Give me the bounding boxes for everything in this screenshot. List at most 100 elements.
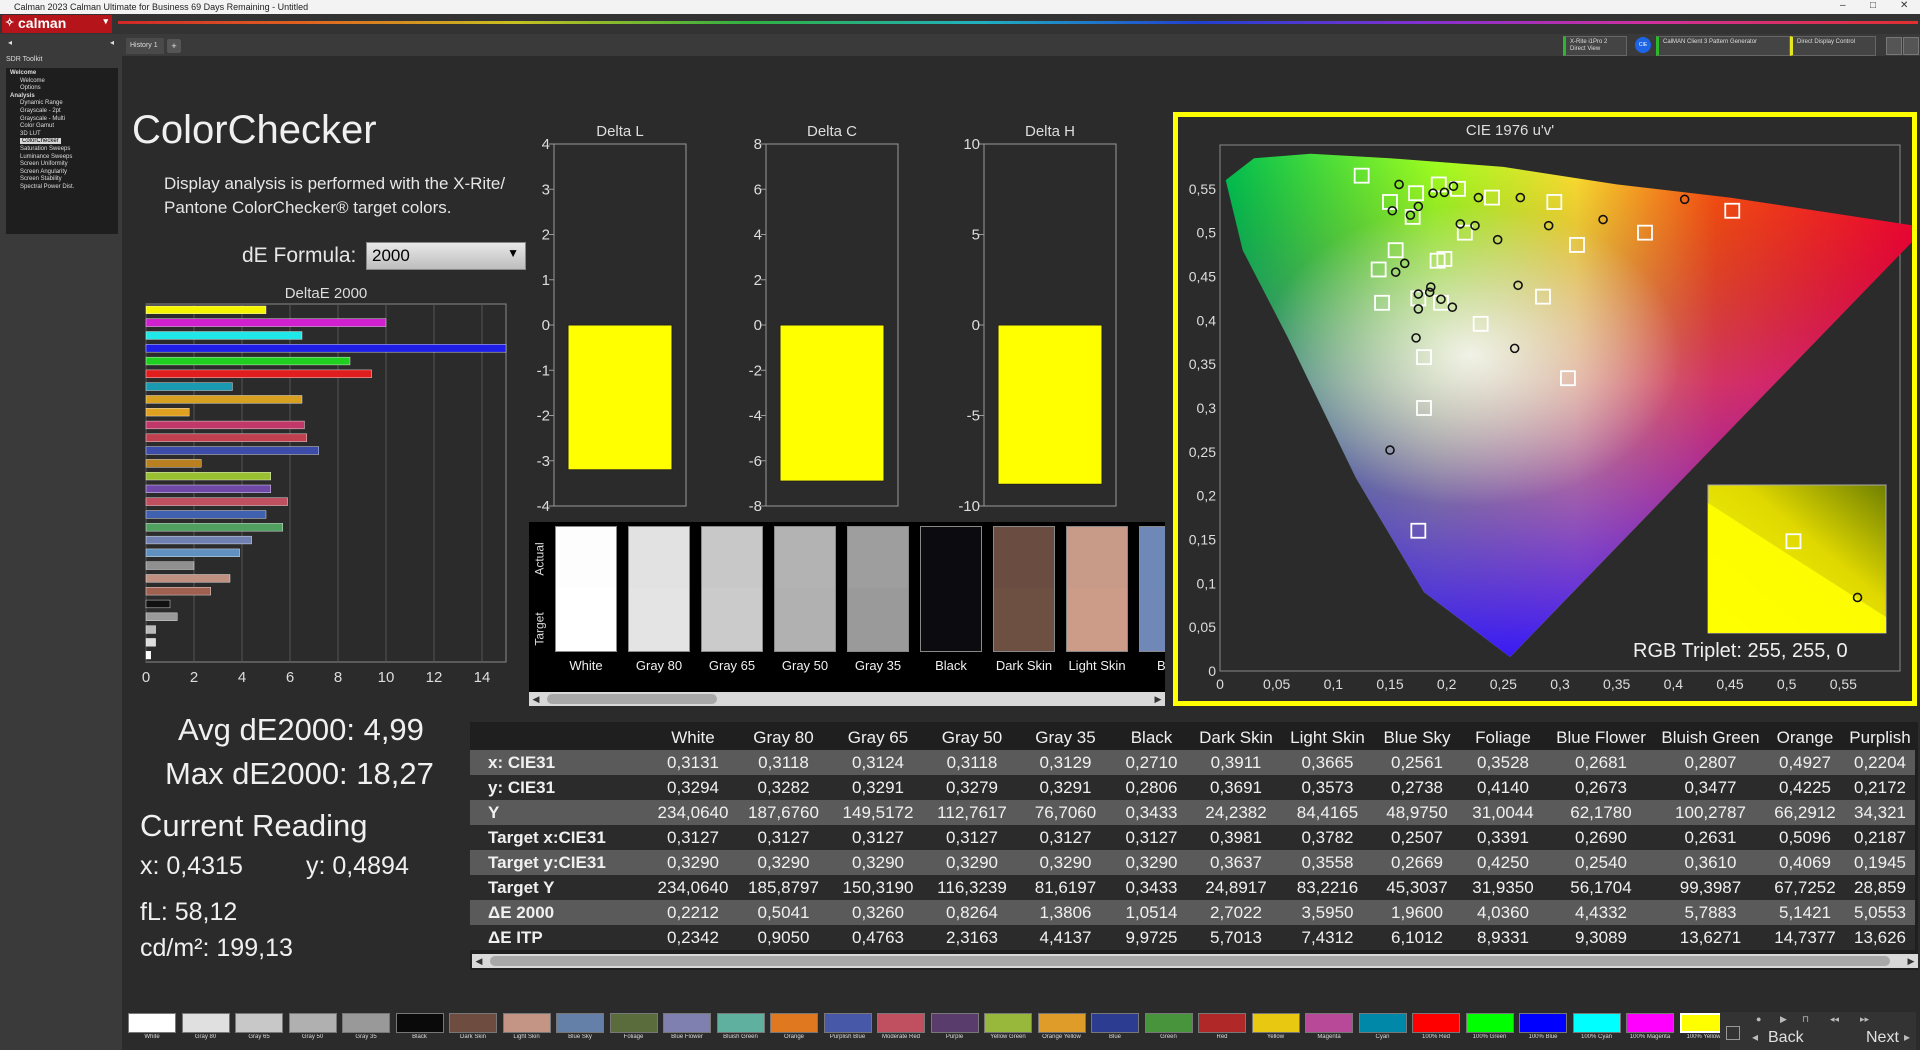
swatch[interactable]: [1626, 1013, 1674, 1033]
table-row: Target x:CIE310,31270,31270,31270,31270,…: [470, 825, 1915, 850]
settings-icon[interactable]: [1886, 37, 1902, 55]
swatch[interactable]: [1091, 1013, 1139, 1033]
help-icon[interactable]: [1903, 37, 1919, 55]
table-cell: 67,7252: [1765, 875, 1845, 900]
calman-logo-menu[interactable]: ✧ calman ▾: [2, 15, 112, 33]
swatch[interactable]: [1412, 1013, 1460, 1033]
swatch[interactable]: [663, 1013, 711, 1033]
back-button[interactable]: Back: [1768, 1029, 1804, 1047]
meter-selector[interactable]: X-Rite i1Pro 2 Direct View: [1563, 36, 1627, 56]
play-icon[interactable]: ▶: [1780, 1014, 1787, 1025]
patch-target[interactable]: [847, 588, 909, 652]
sidebar-item[interactable]: 3D LUT: [20, 131, 41, 137]
patch-target[interactable]: [920, 588, 982, 652]
sidebar-pin-icon[interactable]: ◂: [8, 38, 12, 47]
swatch[interactable]: [1466, 1013, 1514, 1033]
patch-actual[interactable]: [701, 526, 763, 590]
patch-target[interactable]: [628, 588, 690, 652]
sidebar-item[interactable]: Welcome: [10, 70, 36, 76]
sidebar-item[interactable]: Welcome: [20, 78, 45, 84]
swatch[interactable]: [770, 1013, 818, 1033]
swatch[interactable]: [984, 1013, 1032, 1033]
patch-actual[interactable]: [847, 526, 909, 590]
scroll-thumb[interactable]: [547, 694, 717, 704]
swatch[interactable]: [717, 1013, 765, 1033]
y-tick-label: 0,15: [1189, 532, 1216, 548]
patch-scrollbar[interactable]: ◀ ▶: [529, 692, 1165, 706]
table-header: WhiteGray 80Gray 65Gray 50Gray 35BlackDa…: [470, 726, 1915, 750]
swatch[interactable]: [396, 1013, 444, 1033]
swatch[interactable]: [610, 1013, 658, 1033]
sidebar-item[interactable]: Options: [20, 85, 41, 91]
scroll-thumb[interactable]: [490, 956, 1890, 966]
patch-actual[interactable]: [1139, 526, 1165, 590]
display-control-selector[interactable]: Direct Display Control: [1790, 36, 1876, 56]
sidebar-item[interactable]: Screen Stability: [20, 176, 62, 182]
rewind-icon[interactable]: ◂◂: [1830, 1014, 1839, 1025]
scroll-right-icon[interactable]: ▶: [1904, 954, 1918, 968]
patch-actual[interactable]: [555, 526, 617, 590]
swatch[interactable]: [1252, 1013, 1300, 1033]
sidebar-item[interactable]: Screen Angularity: [20, 169, 67, 175]
record-icon[interactable]: ●: [1756, 1014, 1761, 1024]
swatch[interactable]: [182, 1013, 230, 1033]
table-column-header: Blue Flower: [1546, 726, 1656, 750]
add-tab-button[interactable]: +: [167, 39, 181, 53]
sidebar-item[interactable]: Analysis: [10, 93, 35, 99]
scroll-left-icon[interactable]: ◀: [472, 954, 486, 968]
swatch[interactable]: [1145, 1013, 1193, 1033]
patch-actual[interactable]: [628, 526, 690, 590]
close-button[interactable]: ✕: [1900, 0, 1908, 11]
patch-actual[interactable]: [993, 526, 1055, 590]
patch-target[interactable]: [1066, 588, 1128, 652]
swatch[interactable]: [289, 1013, 337, 1033]
patch-target[interactable]: [555, 588, 617, 652]
stop-icon[interactable]: [1726, 1026, 1740, 1040]
maximize-button[interactable]: □: [1870, 0, 1876, 11]
patch-target[interactable]: [993, 588, 1055, 652]
pattern-generator-selector[interactable]: CalMAN Client 3 Pattern Generator: [1656, 36, 1790, 56]
table-scrollbar[interactable]: ◀ ▶: [472, 954, 1918, 968]
next-button[interactable]: Next: [1866, 1029, 1899, 1047]
lock-icon[interactable]: ⊓: [1802, 1014, 1809, 1025]
swatch[interactable]: [1359, 1013, 1407, 1033]
tab-history[interactable]: History 1: [126, 38, 164, 54]
patch-actual[interactable]: [1066, 526, 1128, 590]
swatch[interactable]: [877, 1013, 925, 1033]
sidebar-item[interactable]: Grayscale - Multi: [20, 116, 65, 122]
scroll-left-icon[interactable]: ◀: [529, 692, 543, 706]
patch-target[interactable]: [701, 588, 763, 652]
patch-target[interactable]: [1139, 588, 1165, 652]
sidebar-item[interactable]: Dynamic Range: [20, 100, 63, 106]
collapse-sidebar-icon[interactable]: ◂: [110, 38, 114, 47]
x-tick-label: 0,3: [1550, 676, 1570, 692]
patch-actual[interactable]: [774, 526, 836, 590]
swatch[interactable]: [342, 1013, 390, 1033]
swatch[interactable]: [503, 1013, 551, 1033]
swatch[interactable]: [556, 1013, 604, 1033]
swatch[interactable]: [1519, 1013, 1567, 1033]
swatch[interactable]: [824, 1013, 872, 1033]
swatch[interactable]: [931, 1013, 979, 1033]
swatch[interactable]: [1198, 1013, 1246, 1033]
swatch[interactable]: [1305, 1013, 1353, 1033]
meter-badge-icon[interactable]: CIE: [1635, 37, 1651, 53]
swatch[interactable]: [1573, 1013, 1621, 1033]
sidebar-item[interactable]: Grayscale - 2pt: [20, 108, 61, 114]
sidebar-item[interactable]: Color Gamut: [20, 123, 54, 129]
patch-actual[interactable]: [920, 526, 982, 590]
patch-target[interactable]: [774, 588, 836, 652]
sidebar-item[interactable]: Spectral Power Dist.: [20, 184, 74, 190]
sidebar-item[interactable]: Saturation Sweeps: [20, 146, 70, 152]
sidebar-item[interactable]: Luminance Sweeps: [20, 154, 72, 160]
swatch[interactable]: [128, 1013, 176, 1033]
sidebar-item[interactable]: ColorChecker: [20, 138, 61, 144]
swatch[interactable]: [235, 1013, 283, 1033]
scroll-right-icon[interactable]: ▶: [1151, 692, 1165, 706]
sidebar-item[interactable]: Screen Uniformity: [20, 161, 68, 167]
de-formula-select[interactable]: 2000 ▼: [366, 242, 526, 270]
swatch[interactable]: [1038, 1013, 1086, 1033]
forward-icon[interactable]: ▸▸: [1860, 1014, 1869, 1025]
minimize-button[interactable]: –: [1840, 0, 1846, 11]
swatch[interactable]: [449, 1013, 497, 1033]
